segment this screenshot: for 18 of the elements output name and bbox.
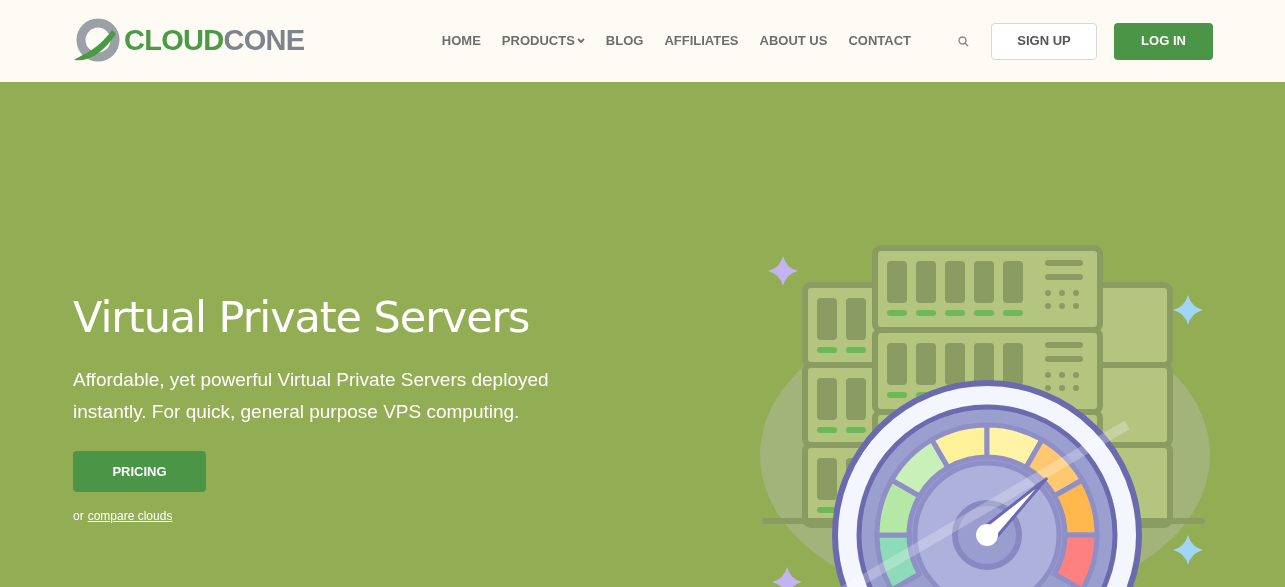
nav-link[interactable]: AFFILIATES (664, 31, 739, 51)
nav-link[interactable]: ABOUT US (759, 31, 828, 51)
nav-link[interactable]: BLOG (605, 31, 644, 51)
log-in-button[interactable]: LOG IN (1114, 22, 1213, 60)
hero-title: Virtual Private Servers (73, 291, 531, 344)
compare-clouds-link[interactable]: compare clouds (87, 507, 173, 525)
nav-link[interactable]: PRODUCTS (501, 31, 585, 51)
nav-link[interactable]: HOME (441, 31, 481, 51)
pricing-button[interactable]: PRICING (73, 451, 206, 492)
nav-link[interactable]: CONTACT (848, 31, 911, 51)
sign-up-button[interactable]: SIGN UP (991, 22, 1097, 60)
compare-prefix: or (73, 508, 84, 525)
logo-text: CONE (223, 24, 305, 57)
hero-subtitle: Affordable, yet powerful Virtual Private Servers deployed instantly. For quick, general purpose VPS computing. (73, 368, 550, 424)
logo-text: CLOUD (124, 24, 224, 57)
search-icon[interactable] (958, 35, 969, 47)
logo-icon (72, 18, 120, 64)
chevron-down-icon (576, 38, 585, 44)
